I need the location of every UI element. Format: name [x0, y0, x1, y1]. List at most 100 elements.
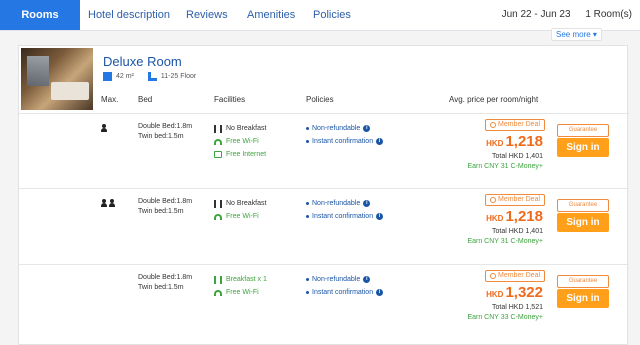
rate-row: Double Bed:1.8m Twin bed:1.5m No Breakfa… [19, 113, 629, 188]
guarantee-badge: Guarantee [557, 199, 609, 212]
fork-knife-icon [214, 199, 222, 208]
facility-wifi: Free Wi-Fi [226, 213, 259, 220]
info-icon[interactable]: i [363, 200, 371, 207]
earn-cmoney: Earn CNY 33 C-Money+ [467, 314, 543, 321]
deal-label: Member Deal [498, 272, 541, 279]
facility-breakfast: No Breakfast [226, 125, 267, 132]
deal-label: Member Deal [498, 196, 541, 203]
policies: Non-refundable i Instant confirmation i [306, 197, 384, 223]
facilities: No Breakfast Free Wi-Fi Free Internet [214, 122, 266, 161]
date-range: Jun 22 - Jun 23 [501, 9, 571, 20]
price: HKD 1,218 [486, 208, 543, 225]
deal-label: Member Deal [498, 121, 541, 128]
wifi-icon [214, 213, 222, 220]
policy-confirmation[interactable]: Instant confirmation [312, 135, 373, 148]
max-guests [101, 124, 107, 132]
room-name[interactable]: Deluxe Room [103, 54, 182, 69]
tab-hotel-description[interactable]: Hotel description [88, 0, 170, 30]
sign-in-button[interactable]: Sign in [557, 138, 609, 157]
currency: HKD [486, 290, 504, 299]
member-deal-badge: Member Deal [485, 119, 546, 131]
rate-table-header: Max. Bed Facilities Policies Avg. price … [19, 95, 629, 113]
member-icon [490, 197, 496, 203]
person-icon [101, 124, 107, 132]
info-icon[interactable]: i [376, 213, 384, 220]
info-icon[interactable]: i [363, 125, 371, 132]
total-price: Total HKD 1,521 [492, 304, 543, 311]
currency: HKD [486, 214, 504, 223]
fork-knife-icon [214, 124, 222, 133]
wifi-icon [214, 138, 222, 145]
floor-icon [147, 72, 157, 81]
col-policies: Policies [306, 95, 334, 104]
bed-line: Double Bed:1.8m [138, 274, 193, 281]
policy-confirmation[interactable]: Instant confirmation [312, 286, 373, 299]
fork-knife-icon [214, 275, 222, 284]
stay-summary[interactable]: Jun 22 - Jun 23 1 Room(s) [490, 0, 632, 30]
col-price: Avg. price per room/night [449, 95, 539, 104]
member-deal-badge: Member Deal [485, 270, 546, 282]
tab-bar: Rooms Hotel description Reviews Amenitie… [0, 0, 640, 31]
bed-line: Double Bed:1.8m [138, 198, 193, 205]
bullet [306, 202, 309, 205]
col-bed: Bed [138, 95, 153, 104]
bullet [306, 278, 309, 281]
policies: Non-refundable i Instant confirmation i [306, 122, 384, 148]
policy-refund[interactable]: Non-refundable [312, 122, 360, 135]
price-amount: 1,322 [505, 284, 543, 301]
info-icon[interactable]: i [376, 289, 384, 296]
facility-wifi: Free Wi-Fi [226, 138, 259, 145]
bullet [306, 215, 309, 218]
wifi-icon [214, 289, 222, 296]
rate-row: Double Bed:1.8m Twin bed:1.5m No Breakfa… [19, 188, 629, 263]
info-icon[interactable]: i [376, 138, 384, 145]
tab-reviews[interactable]: Reviews [186, 0, 228, 30]
bullet [306, 127, 309, 130]
sign-in-button[interactable]: Sign in [557, 213, 609, 232]
room-count: 1 Room(s) [585, 9, 632, 20]
facility-wifi: Free Wi-Fi [226, 289, 259, 296]
info-icon[interactable]: i [363, 276, 371, 283]
person-icon [101, 199, 107, 207]
facility-breakfast: No Breakfast [226, 200, 267, 207]
policy-refund[interactable]: Non-refundable [312, 273, 360, 286]
currency: HKD [486, 139, 504, 148]
price-amount: 1,218 [505, 208, 543, 225]
tab-amenities[interactable]: Amenities [247, 0, 295, 30]
facilities: No Breakfast Free Wi-Fi [214, 197, 266, 223]
bed-line: Twin bed:1.5m [138, 208, 184, 215]
policy-confirmation[interactable]: Instant confirmation [312, 210, 373, 223]
bullet [306, 291, 309, 294]
sign-in-button[interactable]: Sign in [557, 289, 609, 308]
price: HKD 1,218 [486, 133, 543, 150]
total-price: Total HKD 1,401 [492, 228, 543, 235]
col-facilities: Facilities [214, 95, 246, 104]
earn-cmoney: Earn CNY 31 C-Money+ [467, 238, 543, 245]
max-guests [101, 199, 115, 207]
price-amount: 1,218 [505, 133, 543, 150]
bed-line: Twin bed:1.5m [138, 133, 184, 140]
member-icon [490, 273, 496, 279]
cube-icon [103, 72, 112, 81]
room-floor: 11-25 Floor [160, 73, 197, 80]
earn-cmoney: Earn CNY 31 C-Money+ [467, 163, 543, 170]
ethernet-icon [214, 151, 222, 158]
member-icon [490, 122, 496, 128]
bullet [306, 140, 309, 143]
room-meta: 42 m² 11-25 Floor [103, 72, 196, 81]
room-size: 42 m² [116, 73, 134, 80]
total-price: Total HKD 1,401 [492, 153, 543, 160]
see-more-link[interactable]: See more ▾ [551, 28, 602, 41]
price: HKD 1,322 [486, 284, 543, 301]
facility-internet: Free Internet [226, 151, 267, 158]
tab-policies[interactable]: Policies [313, 0, 351, 30]
policy-refund[interactable]: Non-refundable [312, 197, 360, 210]
room-card: See more ▾ Deluxe Room 42 m² 11-25 Floor… [18, 28, 629, 345]
tab-rooms[interactable]: Rooms [0, 0, 80, 30]
bed-info: Double Bed:1.8m Twin bed:1.5m [138, 197, 192, 217]
person-icon [109, 199, 115, 207]
bed-info: Double Bed:1.8m Twin bed:1.5m [138, 122, 192, 142]
facilities: Breakfast x 1 Free Wi-Fi [214, 273, 267, 299]
bed-line: Twin bed:1.5m [138, 284, 184, 291]
guarantee-badge: Guarantee [557, 124, 609, 137]
